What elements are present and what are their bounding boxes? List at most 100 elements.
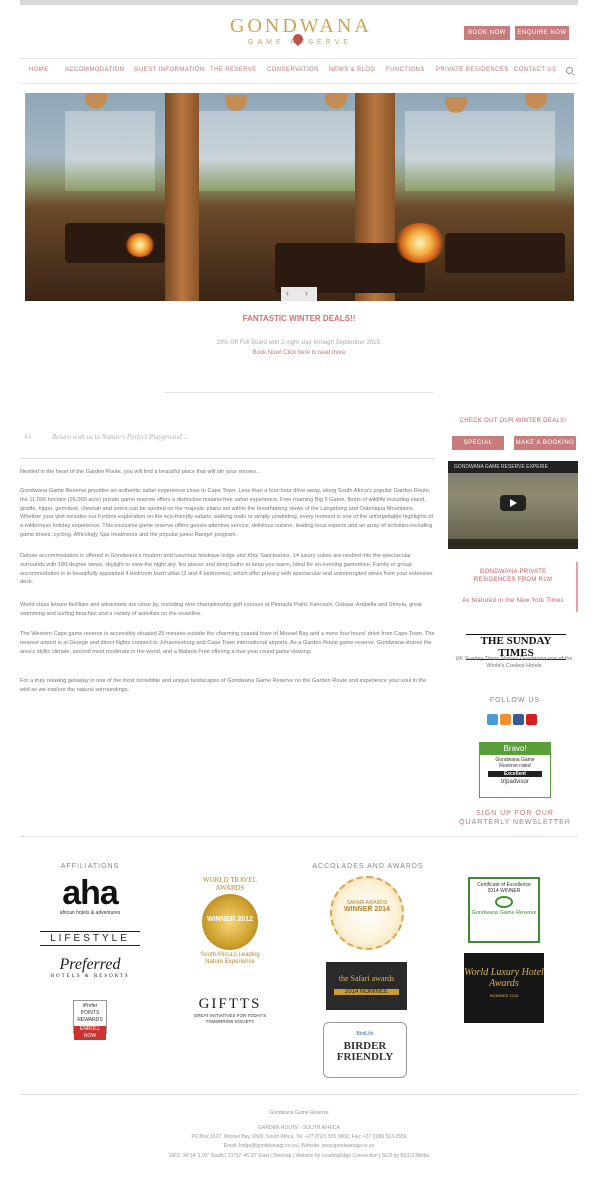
site-logo[interactable]: GONDWANA GAME RESERVE [230,16,370,50]
iprefer-sub: POINTS REWARDS [77,1010,103,1023]
coe-name: Gondwana Game Reserve [471,910,537,916]
tripadvisor-brand: tripadvisor [501,779,529,785]
footer-email[interactable]: Email: lodge@gondwanagr.co.za | Website:… [0,1143,598,1149]
lamp-shade [325,93,347,109]
follow-us-title: FOLLOW US [489,697,541,704]
fireplace [395,223,445,263]
world-travel-awards-logo[interactable]: WORLD TRAVEL AWARDS WINNER 2012 South Af… [193,876,267,976]
logo-name: GONDWANA [230,15,372,37]
medal-icon: WINNER 2012 [202,894,258,950]
twitter-icon[interactable] [487,714,498,725]
private-residences-title[interactable]: GONDWANA PRIVATE RESIDENCES FROM R1M [458,568,568,584]
rss-icon[interactable] [500,714,511,725]
newsletter-link[interactable]: SIGN UP FOR OUR QUARTERLY NEWSLETTER [452,809,578,827]
tripadvisor-head: Bravo! [480,743,550,755]
nav-item-functions[interactable]: FUNCTIONS [386,67,425,73]
footer-address: PO Box 1527, Mossel Bay, 6500, South Afr… [191,1134,407,1140]
lifestyle-logo[interactable]: LIFESTYLE [40,931,140,946]
chevron-left-icon[interactable]: ‹ [286,288,289,298]
aha-text: aha [62,874,119,912]
play-icon[interactable] [500,495,526,511]
tripadvisor-line3: Excellent [488,771,542,777]
book-now-button[interactable]: BOOK NOW [464,26,510,40]
affiliations-title: AFFILIATIONS [60,863,120,870]
world-luxury-hotel-awards-badge[interactable]: World Luxury Hotel Awards NOMINEE 2015 [464,953,544,1023]
wta-bottom: South Africa's Leading Nature Experience [200,952,260,965]
intro-paragraph: Nestled in the heart of the Garden Route… [20,469,261,475]
giftts-sub: GREAT INITIATIVES FOR TODAY'S TOMORROW S… [193,1013,267,1024]
aha-logo[interactable]: aha african hotels & adventures [52,876,128,916]
coe-year: 2014 WINNER [487,888,521,894]
getaway-paragraph: For a truly relaxing getaway in one of t… [20,678,427,693]
iprefer-text: iPrefer [82,1003,98,1009]
make-booking-button[interactable]: MAKE A BOOKING [514,436,576,450]
hero-slider-image [25,93,574,301]
leisure-paragraph: World-class leisure facilities and attra… [20,602,422,617]
footer-credits[interactable]: GPS: 34°14' 1.03" South | 21°52' 46.20" … [0,1153,598,1159]
accommodation-paragraph: Deluxe accommodation is offered in Gondw… [20,553,433,586]
preferred-text: Preferred [59,956,121,973]
wlh-text: World Luxury Hotel Awards [464,967,544,989]
chevron-right-icon[interactable]: › [305,288,308,298]
sunday-times-text: UK Sunday Times Names Gondwana one of th… [455,656,573,669]
tagline: Return with us to Nature's Perfect Playg… [52,433,189,441]
top-bar [20,0,578,5]
safari-winner-1: SAFARI AWARDS [346,900,388,906]
divider [20,836,578,837]
accent-bar [576,562,578,612]
about-paragraph: Gondwana Game Reserve provides an authen… [20,488,433,538]
birder-text: BIRDER FRIENDLY [336,1040,394,1063]
wlh-sub: NOMINEE 2015 [489,993,519,998]
safari-awards-winner-badge[interactable]: SAFARI AWARDS WINNER 2014 [330,876,404,950]
footer-region: GARDEN ROUTE - SOUTH AFRICA [258,1125,340,1131]
video-title: GONDWANA GAME RESERVE EXPERIE [448,461,578,473]
nav-item-guest-information[interactable]: GUEST INFORMATION [134,67,205,73]
private-residences-sub: As featured in the New York Times [462,598,564,604]
wta-top: WORLD TRAVEL AWARDS [203,876,257,892]
divider [20,1094,578,1095]
giftts-text: GIFTTS [198,996,262,1012]
awards-title: ACCOLADES AND AWARDS [312,863,424,870]
nav-item-news-blog[interactable]: NEWS & BLOG [329,67,375,73]
preferred-logo[interactable]: Preferred HOTELS & RESORTS [48,956,132,979]
preferred-sub: HOTELS & RESORTS [50,974,130,979]
special-offers-button[interactable]: SPECIAL OFFERS [452,436,504,460]
coe-head: Certificate of Excellence [477,882,531,888]
footer-logo-image[interactable]: Gondwana Game Reserve [0,1110,598,1116]
nav-item-contact-us[interactable]: CONTACT US [514,67,556,73]
safari-nom-1: the Safari awards [338,974,395,983]
birdlife-logo: BirdLife [356,1031,374,1037]
facebook-icon[interactable] [513,714,524,725]
lamp-shade [225,95,247,111]
window-view [65,111,155,191]
certificate-of-excellence-badge[interactable]: Certificate of Excellence 2014 WINNER Go… [468,877,540,943]
winter-deals-link[interactable]: Book Now! Click here to read more [0,350,598,356]
giftts-logo[interactable]: GIFTTS GREAT INITIATIVES FOR TODAY'S TOM… [193,996,267,1024]
video-player[interactable]: GONDWANA GAME RESERVE EXPERIE [448,461,578,549]
tripadvisor-badge[interactable]: Bravo! Gondwana Game Reserve rated Excel… [479,742,551,798]
divider [165,392,433,393]
nav-item-conservation[interactable]: CONSERVATION [267,67,319,73]
iprefer-logo[interactable]: iPrefer POINTS REWARDS ENROLL NOW [73,1000,107,1040]
nav-item-the-reserve[interactable]: THE RESERVE [210,67,257,73]
winter-deals-text: 20% Off Full Board with 2 night stay thr… [216,340,382,346]
enquire-now-button[interactable]: ENQUIRE NOW [515,26,569,40]
aha-sub: african hotels & adventures [59,910,121,916]
divider [20,458,435,459]
video-controls[interactable] [448,539,578,549]
nav-item-home[interactable]: HOME [29,67,49,73]
lamp-shade [85,93,107,109]
safari-awards-nominee-badge[interactable]: the Safari awards 2014 NOMINEE [326,962,407,1010]
lamp-shade [525,93,547,109]
slider-arrows: ‹ › [281,287,317,301]
birder-friendly-badge[interactable]: BirdLife BIRDER FRIENDLY [323,1022,407,1078]
quote-icon: “ [24,430,32,450]
search-icon[interactable] [566,67,573,74]
youtube-icon[interactable] [526,714,537,725]
location-paragraph: The Western Cape game reserve is accessi… [20,631,435,655]
winter-deals-sidebar-link[interactable]: CHECK OUT OUR WINTER DEALS! [448,418,578,424]
nav-item-accommodation[interactable]: ACCOMMODATION [65,67,124,73]
wta-medal-text: WINNER 2012 [207,916,253,923]
window-view [405,111,555,191]
nav-item-private-residences[interactable]: PRIVATE RESIDENCES [436,67,509,73]
